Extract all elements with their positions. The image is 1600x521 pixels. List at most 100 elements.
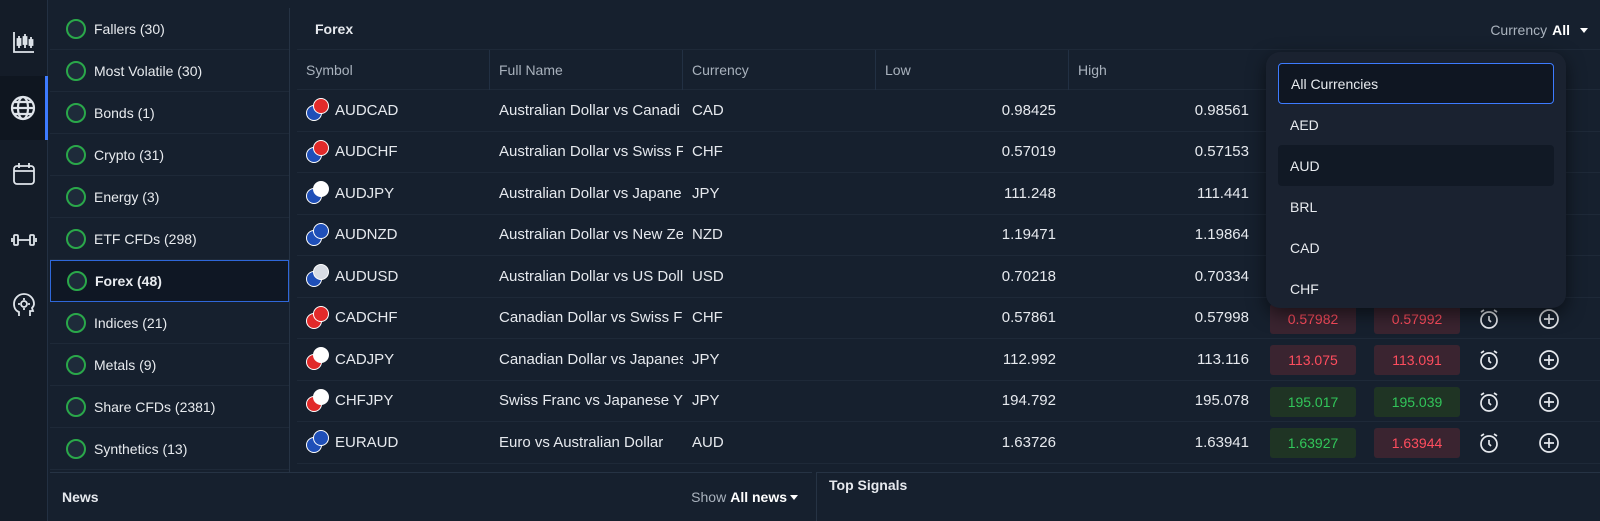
low-cell: 0.70218: [1001, 267, 1056, 285]
dropdown-option[interactable]: All Currencies: [1278, 63, 1554, 104]
currency-pair-flag-icon: [306, 305, 330, 330]
category-item[interactable]: Share CFDs (2381): [50, 386, 289, 428]
add-circle-icon[interactable]: [1537, 390, 1561, 414]
symbol-text: CADCHF: [335, 309, 398, 327]
category-item[interactable]: Energy (3): [50, 176, 289, 218]
category-icon: [66, 228, 86, 249]
high-cell: 1.19864: [1194, 226, 1249, 244]
currency-pair-flag-icon: [306, 139, 330, 164]
full-name-cell: Australian Dollar vs New Ze: [499, 226, 683, 244]
dropdown-option[interactable]: BRL: [1278, 186, 1554, 227]
currency-cell: AUD: [692, 433, 724, 451]
ask-price[interactable]: 113.091: [1374, 345, 1460, 375]
news-title: News: [62, 489, 99, 505]
category-item[interactable]: Indices (21): [50, 302, 289, 344]
rail-markets-button[interactable]: [0, 76, 48, 140]
currency-cell: CAD: [692, 101, 724, 119]
category-icon: [66, 396, 86, 417]
category-item[interactable]: Most Volatile (30): [50, 50, 289, 92]
category-icon: [66, 354, 86, 375]
symbol-cell: CADJPY: [297, 347, 490, 371]
ask-price[interactable]: 1.63944: [1374, 428, 1460, 458]
symbol-cell: AUDUSD: [297, 264, 490, 288]
dropdown-option[interactable]: AUD: [1278, 145, 1554, 186]
category-item[interactable]: Forex (48): [50, 260, 289, 302]
high-cell: 0.70334: [1194, 267, 1249, 285]
symbol-cell: AUDNZD: [297, 222, 490, 247]
alarm-clock-icon[interactable]: [1477, 307, 1501, 331]
column-low[interactable]: Low: [876, 49, 1069, 90]
chevron-down-icon: [790, 494, 798, 500]
currency-pair-flag-icon: [306, 347, 330, 371]
alarm-clock-icon[interactable]: [1477, 348, 1501, 372]
category-item[interactable]: Crypto (31): [50, 134, 289, 176]
low-cell: 0.57861: [1001, 309, 1056, 327]
alarm-clock-icon[interactable]: [1477, 431, 1501, 455]
currency-cell: JPY: [692, 184, 720, 202]
category-item[interactable]: Synthetics (13): [50, 428, 289, 470]
symbol-text: EURAUD: [335, 433, 399, 451]
column-high[interactable]: High: [1069, 50, 1262, 90]
currency-cell: JPY: [692, 392, 720, 410]
rail-fitness-button[interactable]: [0, 208, 48, 272]
currency-filter[interactable]: Currency All: [1490, 22, 1588, 38]
category-label: Synthetics (13): [94, 440, 188, 457]
rail-charts-button[interactable]: [0, 10, 48, 74]
add-circle-icon[interactable]: [1537, 431, 1561, 455]
category-item[interactable]: Fallers (30): [50, 8, 289, 50]
dropdown-option[interactable]: CHF: [1278, 268, 1554, 308]
news-filter[interactable]: Show All news: [691, 489, 798, 505]
category-item[interactable]: Bonds (1): [50, 92, 289, 134]
dropdown-option[interactable]: CAD: [1278, 227, 1554, 268]
full-name-cell: Australian Dollar vs Canadi: [499, 101, 680, 119]
category-icon: [66, 312, 86, 333]
category-list: Fallers (30) Most Volatile (30) Bonds (1) C…: [50, 8, 290, 472]
high-cell: 0.98561: [1194, 101, 1249, 119]
symbol-cell: AUDJPY: [297, 181, 490, 205]
low-cell: 1.63726: [1001, 433, 1056, 451]
category-icon: [66, 102, 86, 123]
category-icon: [67, 271, 87, 291]
add-circle-icon[interactable]: [1537, 348, 1561, 372]
symbol-text: CADJPY: [335, 350, 395, 368]
dropdown-option[interactable]: AED: [1278, 104, 1554, 145]
currency-filter-label: Currency: [1490, 22, 1548, 38]
full-name-cell: Canadian Dollar vs Japanes: [499, 350, 683, 368]
category-label: Indices (21): [94, 314, 168, 331]
currency-pair-flag-icon: [306, 388, 330, 413]
symbol-text: AUDCAD: [335, 101, 399, 119]
ask-price[interactable]: 0.57992: [1374, 303, 1460, 334]
symbol-cell: AUDCHF: [297, 139, 490, 164]
currency-pair-flag-icon: [306, 181, 330, 205]
panel-header: Forex: [297, 8, 1600, 50]
symbol-text: AUDUSD: [335, 267, 399, 285]
currency-dropdown: All Currencies AED AUD BRL CAD CHF: [1266, 52, 1566, 308]
category-item[interactable]: ETF CFDs (298): [50, 218, 289, 260]
candlestick-chart-icon: [13, 32, 34, 53]
column-full-name[interactable]: Full Name: [490, 49, 683, 90]
bid-price[interactable]: 113.075: [1270, 345, 1356, 375]
full-name-cell: Australian Dollar vs US Doll: [499, 267, 683, 285]
column-currency[interactable]: Currency: [683, 49, 876, 90]
rail-ai-button[interactable]: [0, 274, 48, 338]
ask-price[interactable]: 195.039: [1374, 386, 1460, 417]
top-signals-section: Top Signals: [816, 472, 1600, 521]
currency-pair-flag-icon: [306, 222, 330, 247]
low-cell: 0.98425: [1001, 101, 1056, 119]
chevron-down-icon: [1580, 27, 1588, 33]
alarm-clock-icon[interactable]: [1477, 390, 1501, 414]
category-icon: [66, 18, 86, 39]
category-label: ETF CFDs (298): [94, 230, 197, 247]
bid-price[interactable]: 0.57982: [1270, 303, 1356, 334]
bid-price[interactable]: 1.63927: [1270, 428, 1356, 458]
category-icon: [66, 60, 86, 81]
symbol-text: AUDCHF: [335, 143, 398, 161]
category-icon: [66, 144, 86, 165]
column-symbol[interactable]: Symbol: [297, 49, 490, 90]
currency-pair-flag-icon: [306, 264, 330, 288]
bid-price[interactable]: 195.017: [1270, 386, 1356, 417]
add-circle-icon[interactable]: [1537, 307, 1561, 331]
low-cell: 194.792: [1001, 392, 1056, 410]
category-item[interactable]: Metals (9): [50, 344, 289, 386]
rail-calendar-button[interactable]: [0, 142, 48, 206]
